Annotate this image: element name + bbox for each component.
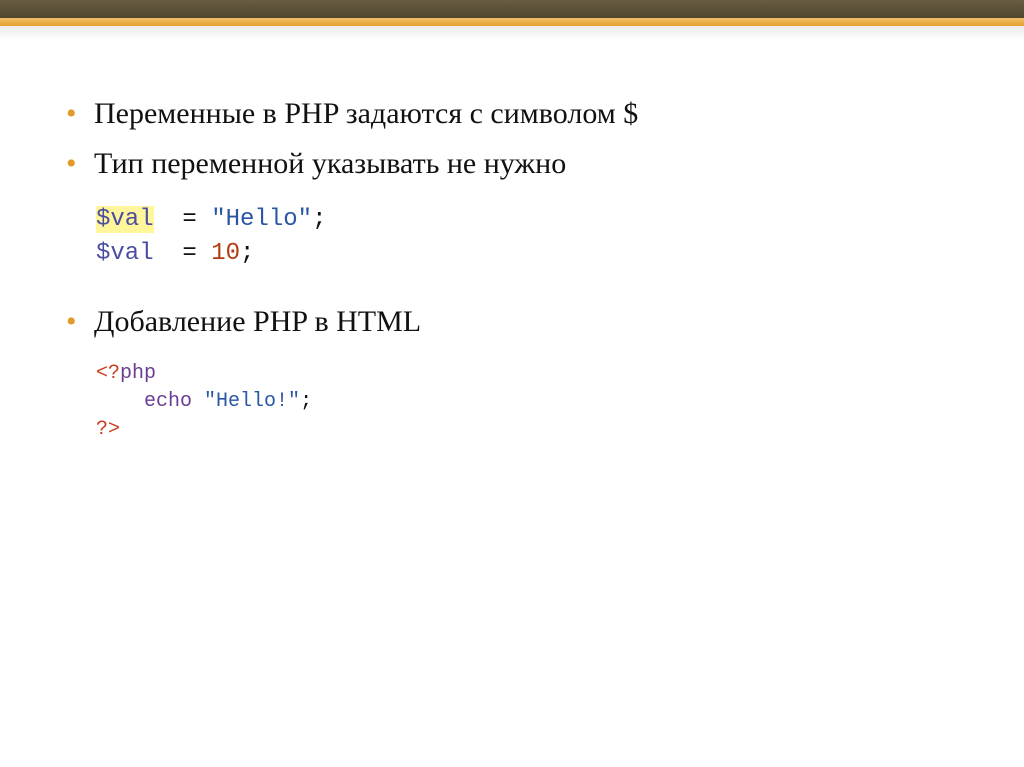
code-semicolon: ; bbox=[300, 390, 312, 413]
code-block-php-tag: <?php echo "Hello!"; ?> bbox=[96, 360, 968, 444]
code-php-keyword: php bbox=[120, 362, 156, 385]
top-decoration-band bbox=[0, 0, 1024, 30]
code-string: "Hello!" bbox=[204, 390, 300, 413]
code-operator: = bbox=[182, 206, 196, 233]
bullet-list-2: Добавление PHP в HTML bbox=[56, 300, 968, 344]
code-string: "Hello" bbox=[211, 206, 312, 233]
code-variable: $val bbox=[96, 240, 154, 267]
slide-content: Переменные в PHP задаются с символом $ Т… bbox=[12, 40, 1012, 444]
bullet-item: Переменные в PHP задаются с символом $ bbox=[56, 92, 968, 136]
code-php-close: ?> bbox=[96, 418, 120, 441]
bullet-item: Тип переменной указывать не нужно bbox=[56, 142, 968, 186]
code-variable: $val bbox=[96, 206, 154, 233]
code-semicolon: ; bbox=[312, 206, 326, 233]
bullet-text: Тип переменной указывать не нужно bbox=[94, 147, 566, 180]
slide-body: Переменные в PHP задаются с символом $ Т… bbox=[12, 40, 1012, 755]
code-operator: = bbox=[182, 240, 196, 267]
code-php-open: <? bbox=[96, 362, 120, 385]
bullet-text: Добавление PHP в HTML bbox=[94, 305, 421, 338]
bullet-item: Добавление PHP в HTML bbox=[56, 300, 968, 344]
bullet-list-1: Переменные в PHP задаются с символом $ Т… bbox=[56, 92, 968, 185]
code-echo-keyword: echo bbox=[144, 390, 192, 413]
bullet-text: Переменные в PHP задаются с символом $ bbox=[94, 97, 638, 130]
code-block-variables: $val = "Hello"; $val = 10; bbox=[96, 203, 968, 270]
code-semicolon: ; bbox=[240, 240, 254, 267]
code-number: 10 bbox=[211, 240, 240, 267]
